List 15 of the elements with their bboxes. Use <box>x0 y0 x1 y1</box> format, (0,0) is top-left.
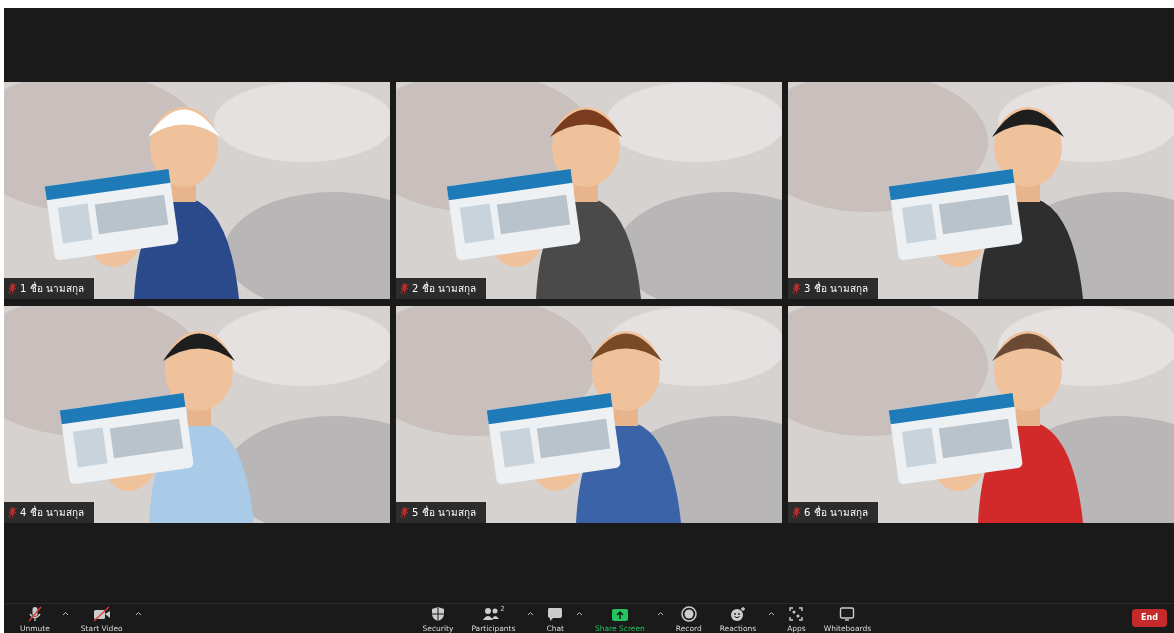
whiteboard-icon <box>839 605 856 622</box>
participant-name: 3 ชื่อ นามสกุล <box>804 281 868 296</box>
participant-name: 6 ชื่อ นามสกุล <box>804 505 868 520</box>
video-off-icon <box>92 605 111 622</box>
apps-icon <box>788 605 805 622</box>
chat-bubble-icon <box>547 605 564 622</box>
share-screen-icon <box>610 607 629 622</box>
participant-name: 2 ชื่อ นามสกุล <box>412 281 476 296</box>
participant-name: 4 ชื่อ นามสกุล <box>20 505 84 520</box>
muted-microphone-icon <box>26 605 43 622</box>
end-button[interactable]: End <box>1132 609 1167 627</box>
participants-icon <box>482 605 501 622</box>
record-icon <box>680 605 697 622</box>
participant-name: 5 ชื่อ นามสกุล <box>412 505 476 520</box>
participant-name: 1 ชื่อ นามสกุล <box>20 281 84 296</box>
